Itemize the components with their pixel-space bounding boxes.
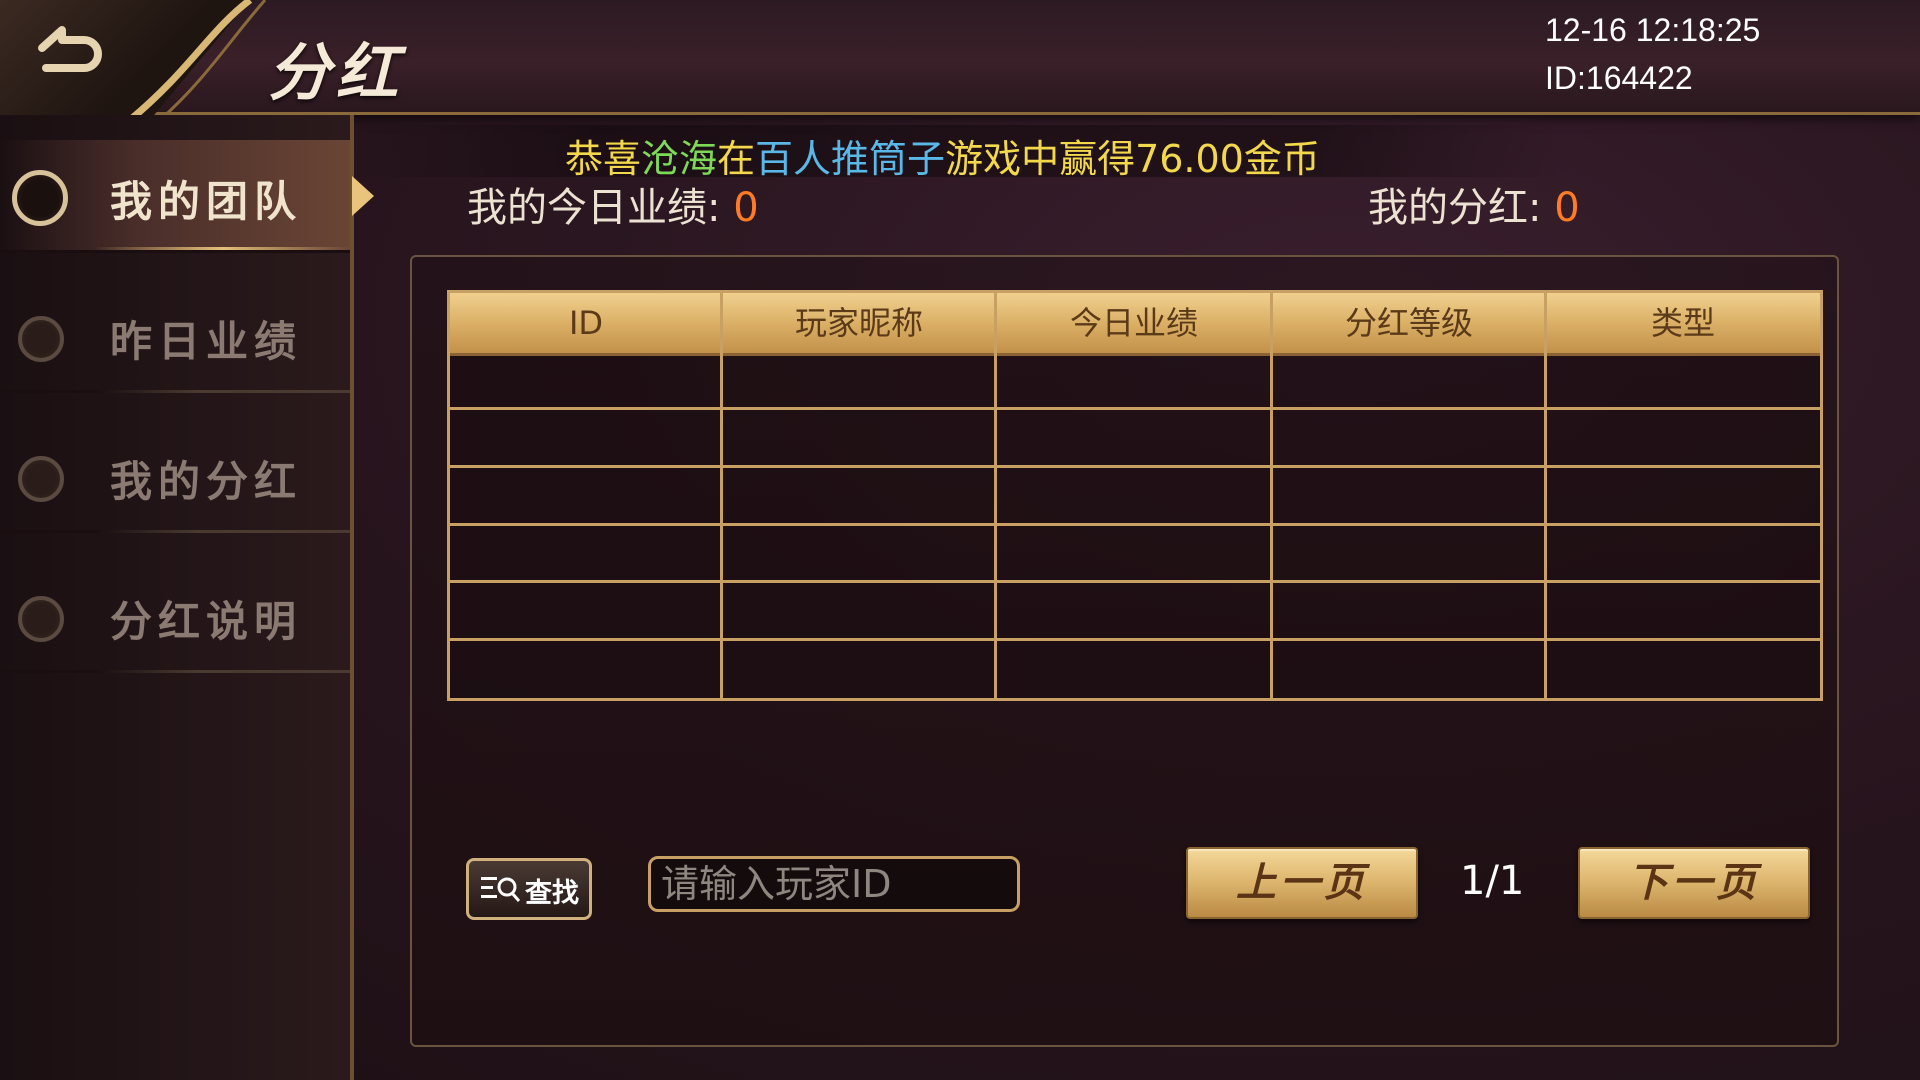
divider [95, 670, 350, 673]
row-divider [450, 580, 1820, 583]
search-button[interactable]: 查找 [466, 858, 592, 920]
page-indicator: 1/1 [1460, 858, 1525, 904]
column-header-today-performance: 今日业绩 [1069, 304, 1198, 342]
radio-selected-icon [12, 170, 68, 226]
radio-icon [18, 316, 64, 362]
sidebar-item-my-dividend[interactable]: 我的分红 [0, 420, 350, 533]
search-button-label: 查找 [525, 878, 579, 909]
divider [95, 530, 350, 533]
radio-icon [18, 596, 64, 642]
radio-icon [18, 456, 64, 502]
back-arrow-icon [38, 26, 102, 72]
today-performance-value: 0 [733, 185, 759, 231]
announcement-game: 百人推筒子 [755, 137, 946, 181]
team-table: ID 玩家昵称 今日业绩 分红等级 类型 [447, 290, 1823, 701]
announcement-part: 游戏中赢得76.00金币 [945, 137, 1320, 181]
dividend-label: 我的分红: [1368, 185, 1555, 231]
sidebar-item-dividend-explanation[interactable]: 分红说明 [0, 560, 350, 673]
active-arrow-icon [352, 176, 374, 216]
search-list-icon [481, 877, 521, 902]
column-header-nickname: 玩家昵称 [794, 304, 923, 342]
sidebar-item-label: 我的团队 [110, 177, 303, 226]
row-divider [450, 638, 1820, 641]
sidebar-item-label: 分红说明 [110, 597, 303, 646]
sidebar-item-label: 昨日业绩 [110, 317, 303, 366]
datetime-display: 12-16 12:18:25 [1545, 12, 1761, 48]
divider [95, 390, 350, 393]
row-divider [450, 407, 1820, 410]
sidebar: 我的团队 昨日业绩 我的分红 分红说明 [0, 115, 354, 1080]
user-id-display: ID:164422 [1545, 60, 1693, 96]
dividend-value: 0 [1554, 185, 1580, 231]
sidebar-item-yesterday-performance[interactable]: 昨日业绩 [0, 280, 350, 393]
page-title: 分红 [268, 36, 405, 109]
dividend-stat: 我的分红: 0 [1368, 175, 1580, 233]
table-header: ID 玩家昵称 今日业绩 分红等级 类型 [450, 293, 1820, 356]
sidebar-item-label: 我的分红 [110, 457, 303, 506]
today-performance-stat: 我的今日业绩: 0 [467, 175, 759, 233]
column-header-dividend-level: 分红等级 [1344, 304, 1473, 342]
column-header-id: ID [568, 304, 604, 342]
header-ornament [127, 0, 267, 123]
sidebar-item-my-team[interactable]: 我的团队 [0, 140, 350, 253]
prev-page-button[interactable]: 上一页 [1186, 847, 1418, 919]
column-header-type: 类型 [1650, 304, 1715, 342]
row-divider [450, 465, 1820, 468]
row-divider [450, 523, 1820, 526]
active-highlight [95, 247, 350, 250]
today-performance-label: 我的今日业绩: [467, 185, 734, 231]
next-page-button[interactable]: 下一页 [1578, 847, 1810, 919]
player-id-input[interactable] [648, 856, 1020, 912]
